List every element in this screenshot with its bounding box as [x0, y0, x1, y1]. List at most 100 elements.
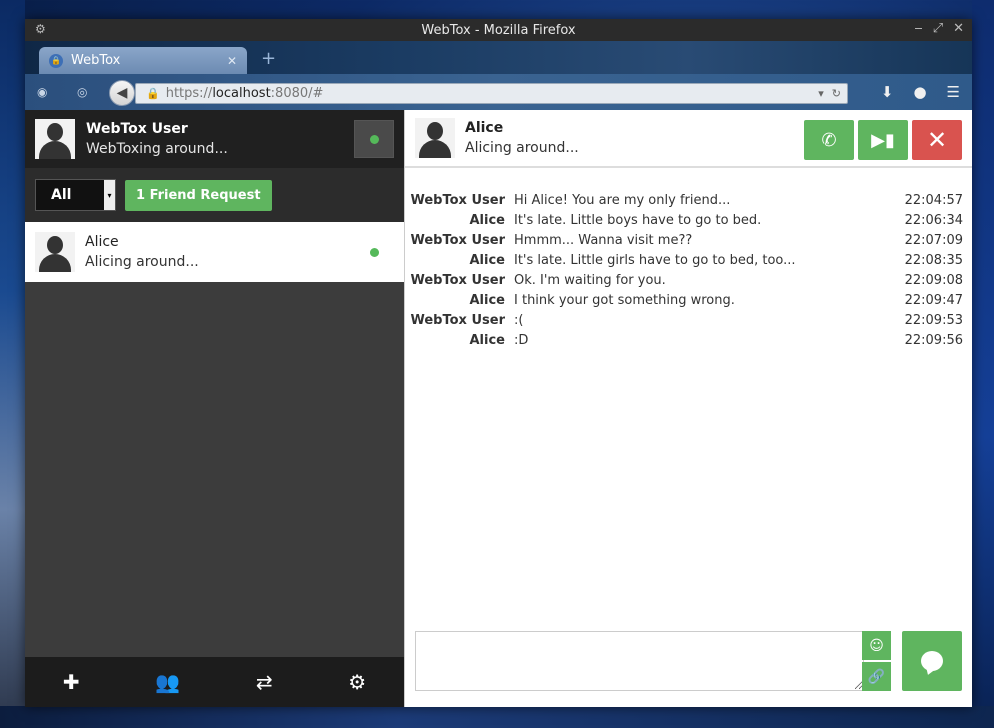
desktop-background-right	[972, 0, 994, 728]
message-row: Alice It's late. Little girls have to go…	[405, 250, 973, 270]
browser-window: ⚙ WebTox - Mozilla Firefox ‒ ⤢ ✕ 🔒 WebTo…	[25, 19, 972, 707]
filter-bar: All ▾ 1 Friend Request	[25, 168, 404, 222]
message-text: Hi Alice! You are my only friend...	[514, 192, 731, 208]
user-avatar	[35, 119, 75, 159]
friend-request-button[interactable]: 1 Friend Request	[125, 179, 272, 211]
sidebar-toolbar: ✚ 👥 ⇄ ⚙	[25, 657, 404, 707]
message-text: :D	[514, 332, 529, 348]
message-time: 22:09:53	[904, 312, 963, 328]
message-sender: WebTox User	[410, 232, 505, 248]
message-time: 22:09:47	[904, 292, 963, 308]
tab-close-icon[interactable]: ✕	[227, 54, 237, 68]
window-menu-icon[interactable]: ⚙	[35, 22, 46, 36]
friend-name: Alice	[85, 234, 119, 250]
call-button[interactable]: ✆	[804, 120, 854, 160]
online-status-icon	[369, 134, 379, 144]
message-text: It's late. Little girls have to go to be…	[514, 252, 796, 268]
message-row: Alice It's late. Little boys have to go …	[405, 210, 973, 230]
message-sender: Alice	[469, 332, 506, 348]
groups-button[interactable]: 👥	[155, 670, 180, 694]
sidebar: WebTox User WebToxing around... All ▾ 1 …	[25, 110, 404, 707]
friend-filter-select[interactable]: All ▾	[35, 179, 116, 211]
message-time: 22:09:08	[904, 272, 963, 288]
message-sender: WebTox User	[410, 312, 505, 328]
back-arrow-icon: ◀	[116, 85, 128, 101]
add-friend-button[interactable]: ✚	[63, 670, 80, 694]
message-text: It's late. Little boys have to go to bed…	[514, 212, 762, 228]
contact-avatar	[415, 118, 455, 158]
github-icon[interactable]: ●	[913, 83, 926, 101]
page-content: WebTox User WebToxing around... All ▾ 1 …	[25, 110, 972, 707]
message-time: 22:08:35	[904, 252, 963, 268]
message-row: WebTox User Hmmm... Wanna visit me?? 22:…	[405, 230, 973, 250]
message-row: WebTox User Hi Alice! You are my only fr…	[405, 190, 973, 210]
tab-title: WebTox	[71, 53, 121, 68]
friend-status: Alicing around...	[85, 254, 199, 270]
close-chat-button[interactable]: ✕	[912, 120, 962, 160]
window-titlebar: ⚙ WebTox - Mozilla Firefox ‒ ⤢ ✕	[25, 19, 972, 41]
minimize-icon[interactable]: ‒	[914, 21, 922, 36]
close-icon: ✕	[926, 126, 948, 154]
video-icon: ▶▮	[871, 129, 895, 151]
url-path: :8080/#	[270, 86, 324, 101]
message-time: 22:06:34	[904, 212, 963, 228]
contact-status: Alicing around...	[465, 140, 579, 156]
message-text: :(	[514, 312, 524, 328]
message-time: 22:09:56	[904, 332, 963, 348]
emoji-button[interactable]: ☺	[862, 631, 891, 660]
url-scheme: https://	[165, 86, 213, 101]
message-sender: Alice	[469, 212, 506, 228]
message-sender: WebTox User	[410, 272, 505, 288]
menu-icon[interactable]: ☰	[947, 83, 960, 101]
message-time: 22:04:57	[904, 192, 963, 208]
download-icon[interactable]: ⬇	[881, 83, 894, 101]
settings-button[interactable]: ⚙	[348, 670, 366, 694]
chat-header: Alice Alicing around... ✆ ▶▮ ✕	[405, 110, 972, 168]
contact-name: Alice	[465, 120, 504, 136]
url-bar[interactable]: 🔒 https:// localhost :8080/# ▾ ↻	[135, 83, 848, 104]
close-window-icon[interactable]: ✕	[953, 21, 964, 36]
message-row: WebTox User :( 22:09:53	[405, 310, 973, 330]
tab-strip: 🔒 WebTox ✕ +	[25, 41, 972, 74]
user-name: WebTox User	[86, 121, 188, 137]
add-icon: ✚	[62, 670, 80, 694]
send-button[interactable]	[902, 631, 962, 691]
chevron-down-icon: ▾	[104, 180, 115, 210]
message-sender: WebTox User	[410, 192, 505, 208]
message-input[interactable]	[415, 631, 864, 691]
maximize-icon[interactable]: ⤢	[933, 21, 943, 36]
friend-list-item[interactable]: Alice Alicing around...	[25, 222, 404, 282]
reload-icon[interactable]: ↻	[832, 87, 841, 100]
back-button[interactable]: ◀	[109, 80, 135, 106]
smiley-icon: ☺	[869, 637, 884, 654]
desktop-background-left	[0, 0, 25, 728]
window-controls: ‒ ⤢ ✕	[914, 21, 964, 36]
feed-icon[interactable]: ◎	[77, 85, 87, 99]
user-status: WebToxing around...	[86, 141, 228, 157]
rss-icon[interactable]: ◉	[37, 85, 47, 99]
transfer-icon: ⇄	[255, 670, 273, 694]
online-status-button[interactable]	[354, 120, 394, 158]
user-profile[interactable]: WebTox User WebToxing around...	[25, 110, 404, 168]
navigation-bar: ◉ ◎ ◀ 🔒 https:// localhost :8080/# ▾ ↻ ⬇…	[25, 74, 972, 110]
secure-lock-icon: 🔒	[146, 87, 160, 100]
message-text: I think your got something wrong.	[514, 292, 735, 308]
message-time: 22:07:09	[904, 232, 963, 248]
tab-favicon-icon: 🔒	[49, 53, 63, 68]
url-host: localhost	[212, 86, 271, 101]
message-list: WebTox User Hi Alice! You are my only fr…	[405, 190, 973, 350]
attach-button[interactable]: 🔗	[862, 662, 891, 691]
window-title: WebTox - Mozilla Firefox	[421, 22, 576, 38]
message-row: Alice I think your got something wrong. …	[405, 290, 973, 310]
message-text: Hmmm... Wanna visit me??	[514, 232, 693, 248]
transfers-button[interactable]: ⇄	[256, 670, 273, 694]
browser-tab[interactable]: 🔒 WebTox ✕	[39, 47, 247, 74]
message-sender: Alice	[469, 292, 506, 308]
message-sender: Alice	[469, 252, 506, 268]
url-dropdown-icon[interactable]: ▾	[818, 87, 824, 100]
chat-bubble-icon	[921, 651, 943, 671]
new-tab-icon[interactable]: +	[261, 50, 276, 68]
message-row: Alice :D 22:09:56	[405, 330, 973, 350]
video-call-button[interactable]: ▶▮	[858, 120, 908, 160]
desktop-background-bottom	[0, 706, 994, 728]
